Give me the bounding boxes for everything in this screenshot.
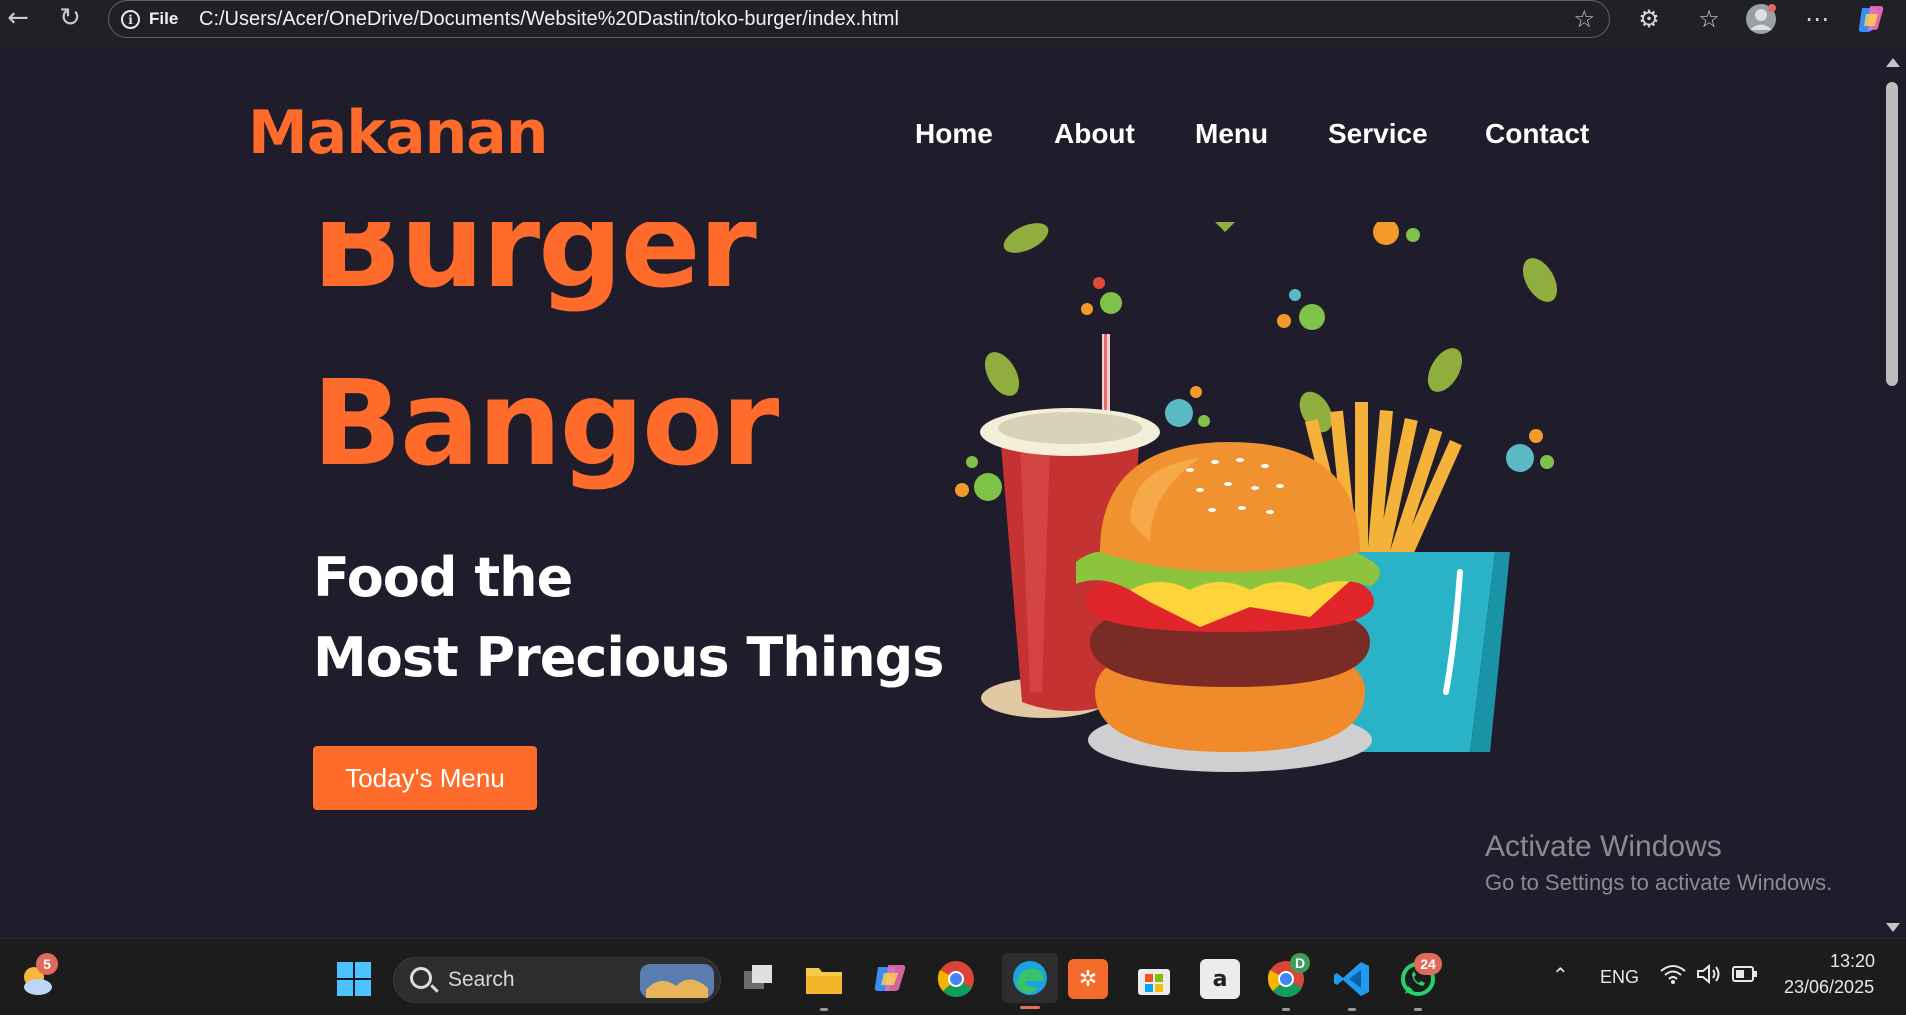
search-icon: [410, 967, 432, 989]
battery-icon[interactable]: [1732, 965, 1758, 988]
whatsapp-running-indicator: [1414, 1008, 1422, 1011]
hero-subtitle-line2: Most Precious Things: [313, 626, 944, 689]
page-scrollbar[interactable]: [1878, 48, 1906, 938]
scroll-down-arrow-icon[interactable]: [1886, 923, 1900, 932]
chrome-profile-icon[interactable]: D: [1266, 953, 1310, 1011]
nav-contact[interactable]: Contact: [1485, 118, 1589, 150]
microsoft-store-icon[interactable]: [1134, 959, 1174, 999]
show-hidden-icons-chevron-icon[interactable]: ⌃: [1552, 963, 1569, 988]
info-icon[interactable]: i: [121, 10, 140, 29]
amazon-icon[interactable]: a: [1200, 959, 1240, 999]
clock-date[interactable]: 23/06/2025: [1784, 977, 1874, 998]
language-indicator[interactable]: ENG: [1600, 967, 1639, 988]
nav-service[interactable]: Service: [1328, 118, 1428, 150]
task-view-icon[interactable]: [738, 959, 778, 999]
edge-active-indicator: [1020, 1006, 1040, 1009]
chrome-icon[interactable]: [936, 959, 976, 999]
file-label: File: [149, 9, 179, 28]
windows-taskbar: 5 Search ✲ a D 24 ⌃ ENG 13:20 23/06/2025: [0, 938, 1906, 1015]
activate-windows-title: Activate Windows: [1485, 830, 1722, 863]
browser-toolbar: ← ↻ i File C:/Users/Acer/OneDrive/Docume…: [0, 0, 1906, 48]
weather-icon[interactable]: 5: [16, 953, 58, 999]
search-highlight-image-icon: [640, 964, 714, 998]
extensions-icon[interactable]: ⚙: [1632, 2, 1666, 36]
nav-home[interactable]: Home: [915, 118, 993, 150]
hero-title-line2: Bangor: [312, 354, 779, 492]
url-text[interactable]: C:/Users/Acer/OneDrive/Documents/Website…: [199, 8, 899, 31]
vscode-running-indicator: [1348, 1008, 1356, 1011]
copilot-app-icon[interactable]: [870, 959, 910, 999]
chrome-profile-badge: D: [1290, 953, 1310, 973]
site-logo[interactable]: Makanan: [248, 98, 549, 168]
nav-about[interactable]: About: [1054, 118, 1135, 150]
more-menu-icon[interactable]: ⋯: [1800, 2, 1834, 36]
search-placeholder: Search: [448, 968, 515, 991]
whatsapp-badge: 24: [1414, 953, 1442, 975]
file-explorer-running-indicator: [820, 1008, 828, 1011]
favorites-icon[interactable]: ☆: [1692, 2, 1726, 36]
copilot-icon[interactable]: [1854, 2, 1888, 36]
chrome-running-indicator: [1282, 1008, 1290, 1011]
hero-title-line1: Burger: [312, 222, 757, 314]
burger-illustration: [955, 222, 1558, 772]
volume-icon[interactable]: [1696, 963, 1722, 990]
start-windows-icon[interactable]: [334, 959, 374, 999]
clock-time[interactable]: 13:20: [1830, 951, 1875, 972]
hero-subtitle-line1: Food the: [313, 546, 573, 609]
back-arrow-icon[interactable]: ←: [0, 0, 36, 36]
favorite-star-icon[interactable]: ☆: [1573, 5, 1595, 33]
wifi-icon[interactable]: [1660, 963, 1686, 990]
vscode-icon[interactable]: [1332, 959, 1372, 1011]
todays-menu-button[interactable]: Today's Menu: [313, 746, 537, 810]
whatsapp-icon[interactable]: 24: [1398, 953, 1442, 1011]
activate-windows-subtitle: Go to Settings to activate Windows.: [1485, 870, 1833, 895]
address-bar[interactable]: i File C:/Users/Acer/OneDrive/Documents/…: [108, 0, 1610, 38]
scroll-thumb[interactable]: [1886, 82, 1898, 386]
taskbar-search[interactable]: Search: [393, 957, 721, 1003]
edge-icon[interactable]: [1002, 953, 1058, 1009]
reload-icon[interactable]: ↻: [52, 0, 88, 36]
scroll-up-arrow-icon[interactable]: [1886, 58, 1900, 67]
hero-title-clip: Burger: [0, 222, 900, 322]
file-explorer-icon[interactable]: [804, 959, 844, 1011]
xampp-icon[interactable]: ✲: [1068, 959, 1108, 999]
weather-badge: 5: [36, 953, 58, 975]
profile-avatar-icon[interactable]: [1744, 2, 1778, 36]
nav-menu[interactable]: Menu: [1195, 118, 1268, 150]
